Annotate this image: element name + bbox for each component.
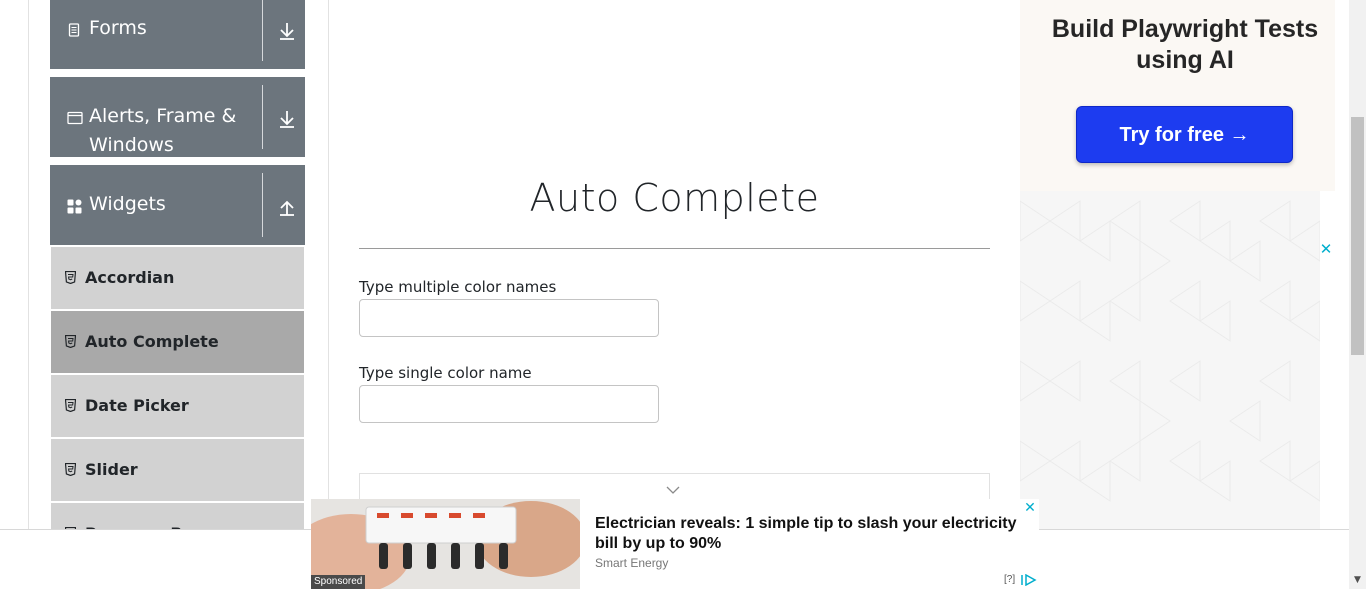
sidebar-item-label: Slider — [85, 460, 138, 479]
download-arrow-icon[interactable] — [278, 21, 296, 41]
adchoices-icon[interactable] — [1021, 574, 1037, 586]
title-divider — [359, 248, 990, 249]
sidebar-item-slider[interactable]: Slider — [51, 439, 304, 501]
scroll-down-arrow-icon[interactable]: ▼ — [1352, 575, 1363, 585]
single-color-input[interactable] — [359, 385, 659, 423]
sidebar-item-accordian[interactable]: Accordian — [51, 247, 304, 309]
group-separator — [262, 85, 263, 149]
sidebar-item-label: Accordian — [85, 268, 175, 287]
ad-right-pattern — [1020, 191, 1320, 530]
page: Forms Alerts, Frame & Windows Widgets Ac… — [0, 0, 1366, 589]
sidebar-item-label: Date Picker — [85, 396, 189, 415]
sidebar-item-date-picker[interactable]: Date Picker — [51, 375, 304, 437]
download-arrow-icon[interactable] — [278, 109, 296, 129]
sidebar-item-auto-complete[interactable]: Auto Complete — [51, 311, 304, 373]
group-separator — [262, 173, 263, 237]
sidebar-item-label: Auto Complete — [85, 332, 219, 351]
sidebar-group-alerts[interactable]: Alerts, Frame & Windows — [50, 77, 305, 157]
ad-try-free-button[interactable]: Try for free → — [1076, 106, 1293, 163]
sidebar-group-title: Alerts, Frame & Windows — [89, 105, 237, 156]
single-color-label: Type single color name — [359, 364, 532, 382]
ad-headline[interactable]: Electrician reveals: 1 simple tip to sla… — [595, 514, 1025, 554]
sidebar-group-title: Forms — [89, 17, 147, 39]
bottom-ad-close-icon[interactable]: ✕ — [1023, 500, 1037, 516]
sidebar-group-widgets[interactable]: Widgets — [50, 165, 305, 245]
file-text-icon — [68, 23, 80, 37]
sidebar-group-forms[interactable]: Forms — [50, 0, 305, 69]
window-icon — [67, 111, 83, 125]
group-separator — [262, 0, 263, 61]
html5-icon — [65, 335, 76, 348]
widgets-grid-icon — [67, 199, 82, 214]
upload-arrow-icon[interactable] — [278, 197, 296, 217]
triangle-pattern — [1020, 200, 1320, 502]
html5-icon — [65, 399, 76, 412]
scroll-thumb[interactable] — [1351, 117, 1364, 355]
sponsored-label: Sponsored — [311, 575, 366, 589]
sidebar-divider — [328, 0, 329, 530]
multiple-color-label: Type multiple color names — [359, 278, 557, 296]
html5-icon — [65, 463, 76, 476]
page-title: Auto Complete — [529, 176, 820, 220]
ad-right-headline[interactable]: Build Playwright Tests using AI — [1040, 14, 1330, 76]
html5-icon — [65, 271, 76, 284]
ad-brand[interactable]: Smart Energy — [595, 556, 668, 570]
ad-help-link[interactable]: [?] — [1004, 574, 1015, 585]
left-gutter-line — [28, 0, 29, 530]
multiple-color-input[interactable] — [359, 299, 659, 337]
ad-close-icon[interactable]: ✕ — [1319, 240, 1333, 258]
chevron-down-icon[interactable] — [665, 484, 681, 496]
sidebar-group-title: Widgets — [89, 193, 166, 215]
